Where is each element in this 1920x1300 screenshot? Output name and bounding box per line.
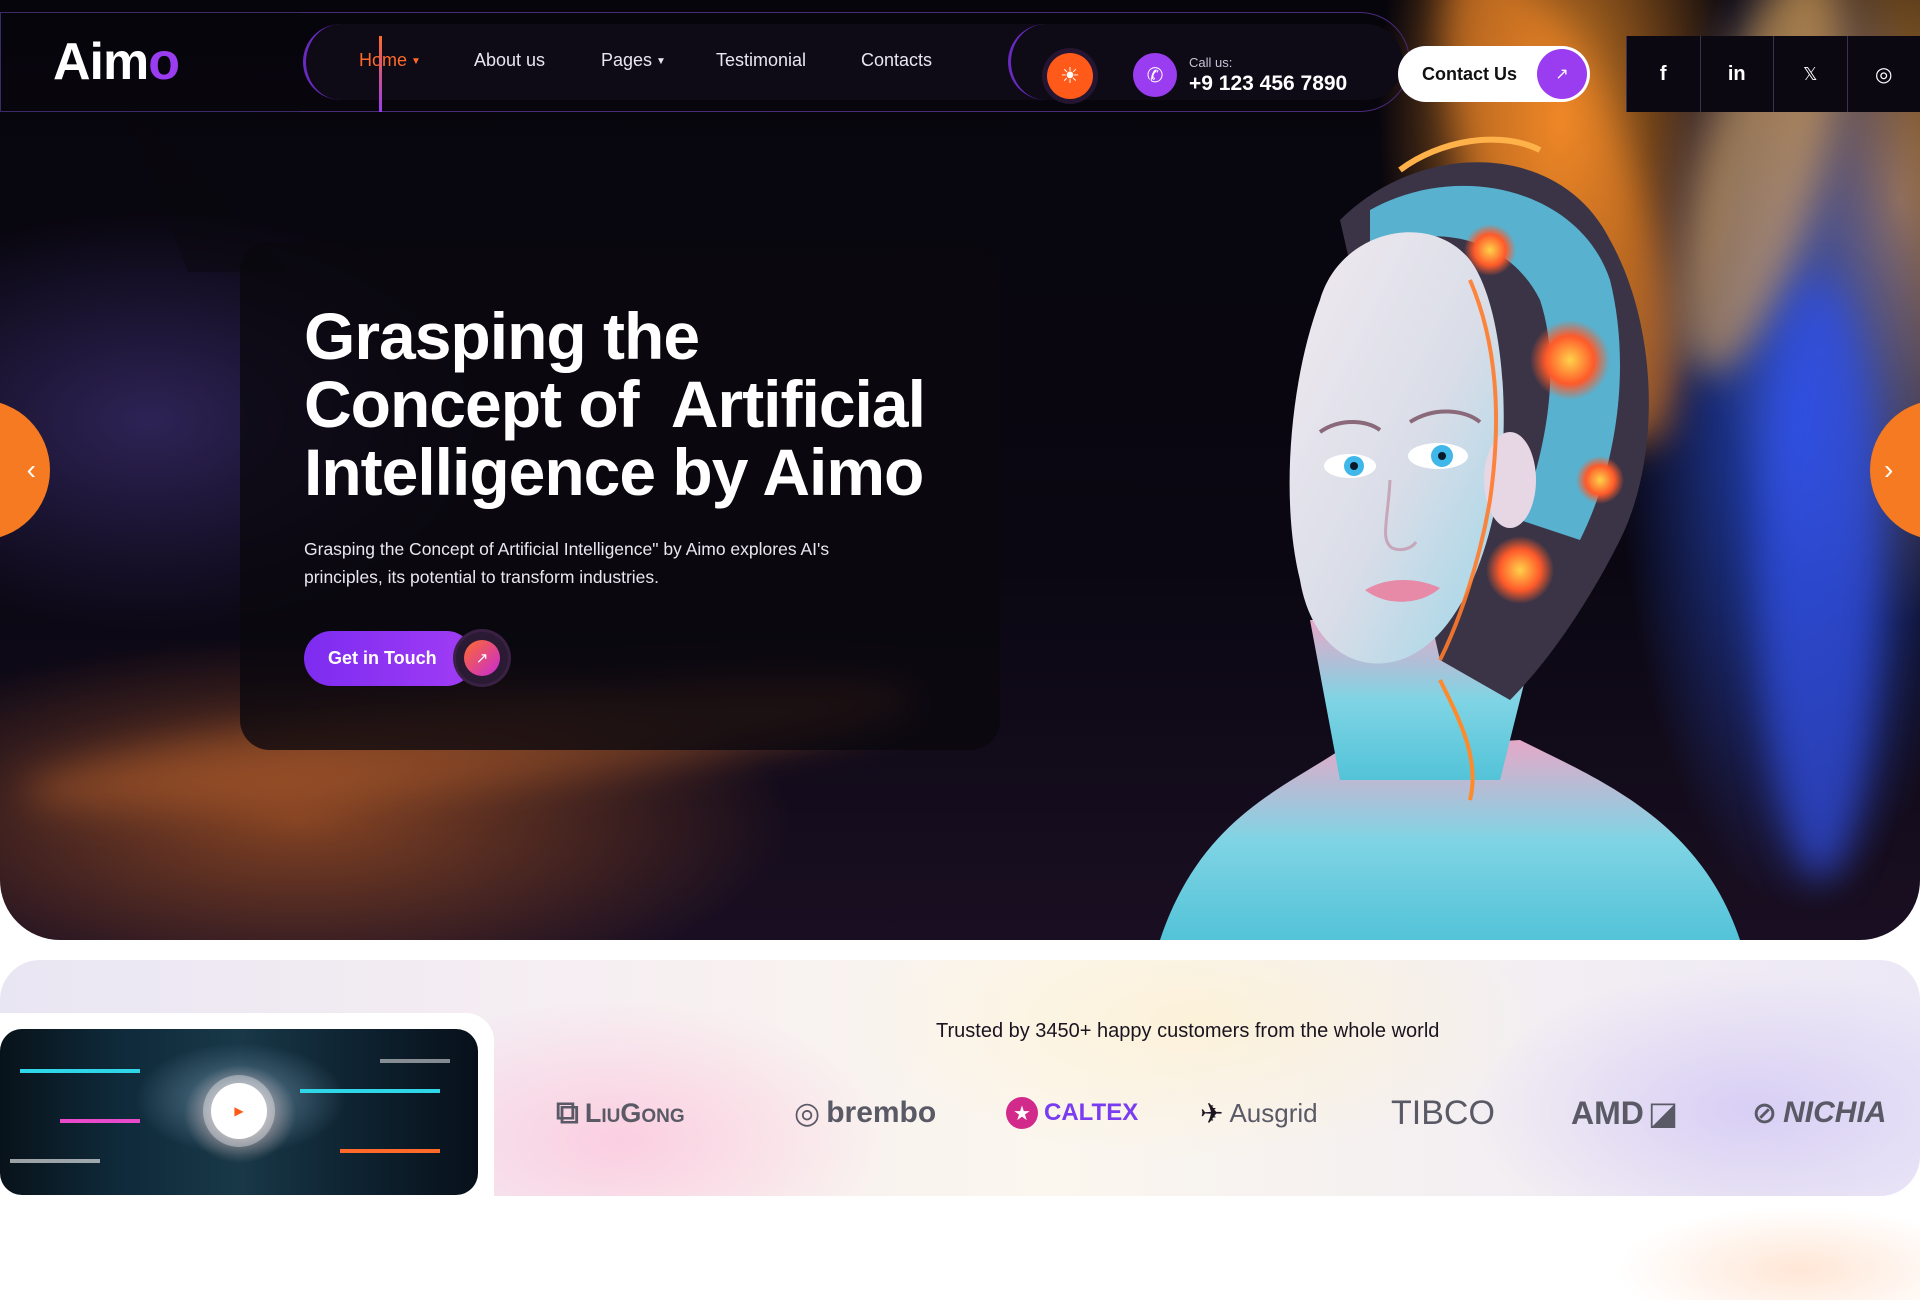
instagram-link[interactable]: ◎ (1846, 36, 1920, 112)
site-header: Aimo Home ▼ About us Pages ▼ Testimonial C… (0, 12, 1920, 112)
get-in-touch-button[interactable]: Get in Touch ↗ (304, 631, 508, 686)
facebook-link[interactable]: f (1626, 36, 1700, 112)
light-streak (1760, 280, 1880, 880)
brand-logo-amd: AMD ◪ (1571, 1088, 1684, 1138)
glitch-line (20, 1069, 140, 1073)
sun-icon: ☀ (1060, 63, 1080, 88)
facebook-icon: f (1659, 62, 1667, 85)
ai-robot-head-image (1160, 136, 1740, 940)
linkedin-link[interactable]: in (1699, 36, 1774, 112)
play-icon: ▶ (234, 1104, 244, 1118)
brand-logos: ⧉ LiuGong ◎ brembo ★ CALTEX ✈ Ausgrid TIBCO … (556, 1088, 1920, 1138)
glitch-line (10, 1159, 100, 1163)
glitch-line (300, 1089, 440, 1093)
caltex-star-icon: ★ (1006, 1097, 1038, 1129)
play-button[interactable]: ▶ (211, 1083, 267, 1139)
active-nav-marker (379, 36, 382, 112)
hero-title: Grasping the Concept of Artificial Intel… (304, 302, 1024, 506)
get-in-touch-label[interactable]: Get in Touch (304, 631, 474, 686)
contact-arrow-button[interactable]: ↗ (1537, 49, 1587, 99)
hero-section: Grasping the Concept of Artificial Intel… (0, 0, 1920, 940)
contact-us-label: Contact Us (1422, 63, 1518, 84)
phone-icon[interactable]: ✆ (1133, 53, 1177, 97)
nav-item-home[interactable]: Home ▼ (359, 50, 421, 71)
phone-number[interactable]: +9 123 456 7890 (1189, 72, 1347, 96)
ausgrid-icon: ✈ (1200, 1097, 1224, 1129)
arrow-up-right-icon: ↗ (1555, 66, 1569, 83)
brand-name: Ausgrid (1229, 1097, 1318, 1128)
call-label: Call us: (1189, 55, 1233, 70)
trusted-text: Trusted by 3450+ happy customers from th… (936, 1020, 1440, 1042)
nichia-icon: ⊘ (1752, 1096, 1778, 1130)
nav-item-contacts[interactable]: Contacts (861, 50, 932, 71)
brand-logo-caltex: ★ CALTEX (1006, 1088, 1138, 1138)
social-links: f in 𝕏 ◎ (1626, 36, 1920, 112)
nav-label: Testimonial (716, 50, 807, 70)
arrow-up-right-icon: ↗ (464, 640, 500, 676)
x-twitter-link[interactable]: 𝕏 (1773, 36, 1847, 112)
hero-description: Grasping the Concept of Artificial Intel… (304, 539, 830, 587)
chevron-right-icon: › (1884, 454, 1894, 485)
nav-label: About us (474, 50, 546, 70)
amd-arrow-icon: ◪ (1647, 1095, 1679, 1131)
cta-arrow-button[interactable]: ↗ (456, 632, 508, 684)
brand-name: AMD (1571, 1094, 1644, 1131)
brand-name: LiuGong (584, 1097, 685, 1128)
brand-name: NICHIA (1783, 1096, 1887, 1129)
nav-item-pages[interactable]: Pages ▼ (601, 50, 666, 71)
logo-link[interactable]: Aimo (0, 12, 302, 112)
hero-title-line: Intelligence by Aimo (304, 435, 924, 509)
brand-logo-ausgrid: ✈ Ausgrid (1200, 1088, 1318, 1138)
slider-prev-button[interactable]: ‹ (0, 400, 50, 540)
logo-text: Aim (53, 33, 149, 91)
x-twitter-icon: 𝕏 (1802, 63, 1818, 84)
nav-label: Contacts (861, 50, 933, 70)
logo-accent: o (148, 33, 180, 91)
nav-item-about-us[interactable]: About us (474, 50, 545, 71)
nav-label: Home (359, 50, 408, 70)
brand-logo-brembo: ◎ brembo (794, 1088, 936, 1138)
theme-toggle-button[interactable]: ☀ (1047, 53, 1093, 99)
nav-label: Pages (601, 50, 653, 70)
nav-item-testimonial[interactable]: Testimonial (716, 50, 806, 71)
bottom-glow (1500, 1190, 1920, 1300)
brand-name: CALTEX (1044, 1099, 1139, 1126)
liugong-icon: ⧉ (556, 1094, 579, 1130)
linkedin-icon: in (1727, 62, 1746, 85)
brembo-icon: ◎ (794, 1096, 821, 1130)
glitch-line (60, 1119, 140, 1123)
caret-down-icon: ▼ (656, 56, 666, 67)
instagram-icon: ◎ (1875, 63, 1893, 86)
glitch-line (380, 1059, 450, 1063)
brand-name: brembo (826, 1096, 937, 1129)
brand-logo-nichia: ⊘ NICHIA (1752, 1088, 1886, 1138)
brand-name: TIBCO (1391, 1093, 1495, 1132)
brand-logo-liugong: ⧉ LiuGong (556, 1088, 685, 1138)
logo: Aimo (53, 32, 180, 92)
chevron-left-icon: ‹ (26, 454, 36, 485)
brand-logo-tibco: TIBCO (1391, 1088, 1495, 1138)
glitch-line (340, 1149, 440, 1153)
caret-down-icon: ▼ (411, 56, 421, 67)
hero-title-line: Grasping the (304, 299, 700, 373)
hero-title-line: Concept of Artificial (304, 367, 926, 441)
